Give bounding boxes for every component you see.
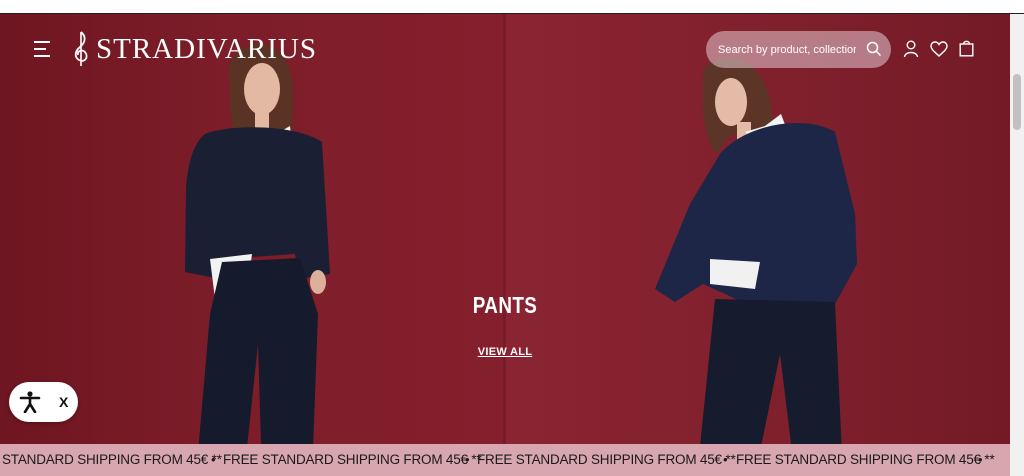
ticker-separator: •	[465, 452, 470, 467]
panel-divider	[503, 14, 506, 476]
view-all-link[interactable]: VIEW ALL	[478, 346, 533, 358]
page-scrollbar[interactable]	[1010, 14, 1024, 476]
hamburger-menu-icon[interactable]	[34, 41, 54, 59]
ticker-item: FREE STANDARD SHIPPING FROM 45€ **	[736, 452, 995, 467]
shopping-bag-icon[interactable]	[959, 39, 974, 57]
ticker-separator: •	[978, 452, 983, 467]
search-icon[interactable]	[866, 41, 882, 57]
ticker-item: STANDARD SHIPPING FROM 45€ **	[2, 452, 222, 467]
ticker-separator: •	[211, 452, 216, 467]
accessibility-person-icon[interactable]	[19, 391, 41, 413]
search-box[interactable]	[706, 31, 891, 68]
accessibility-widget[interactable]: X	[9, 382, 78, 422]
user-account-icon[interactable]	[903, 40, 919, 58]
ticker-item: FREE STANDARD SHIPPING FROM 45€ **	[223, 452, 482, 467]
hero-banner[interactable]: STRADIVARIUS PANTS VIEW ALL	[0, 14, 1010, 476]
brand-name: STRADIVARIUS	[96, 32, 317, 65]
search-input[interactable]	[718, 43, 856, 56]
browser-top-edge	[0, 0, 1024, 14]
brand-logo[interactable]: STRADIVARIUS	[70, 30, 317, 68]
hero-title: PANTS	[472, 292, 538, 318]
heart-wishlist-icon[interactable]	[930, 41, 948, 57]
ticker-separator: •	[723, 452, 728, 467]
treble-clef-logo-icon	[74, 31, 88, 66]
hero-image-right[interactable]	[505, 14, 1010, 476]
ticker-item: FREE STANDARD SHIPPING FROM 45€ **	[477, 452, 736, 467]
shipping-ticker: STANDARD SHIPPING FROM 45€ ** • FREE STA…	[0, 444, 1010, 476]
model-figure-right	[655, 57, 857, 476]
scrollbar-thumb[interactable]	[1013, 74, 1021, 130]
accessibility-close-button[interactable]: X	[59, 394, 68, 410]
